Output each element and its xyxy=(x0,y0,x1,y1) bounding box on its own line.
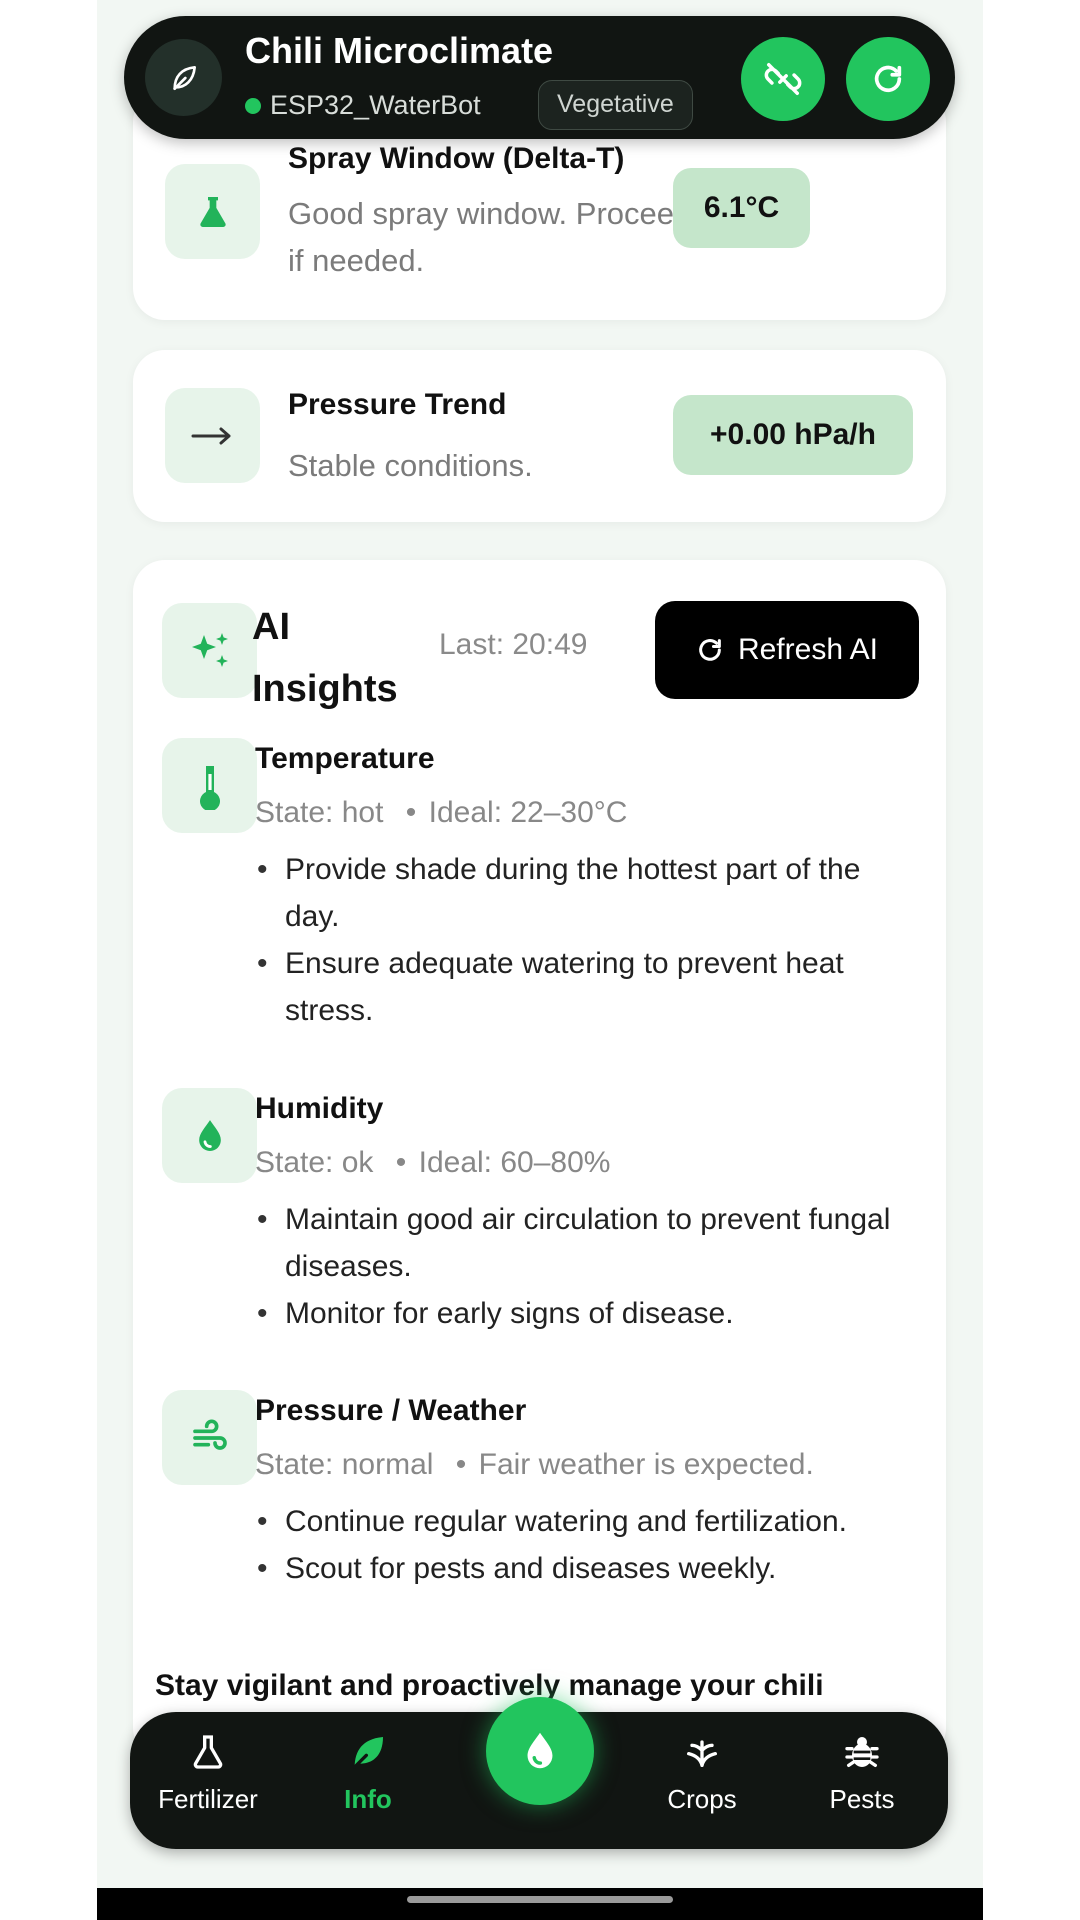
app-title: Chili Microclimate xyxy=(245,30,554,71)
nav-item-fertilizer[interactable]: Fertilizer xyxy=(133,1732,283,1815)
system-nav-bar xyxy=(97,1888,983,1920)
temperature-icon-tile xyxy=(162,738,257,833)
spray-window-value: 6.1°C xyxy=(673,168,810,248)
pressure-weather-tips: Continue regular watering and fertilizat… xyxy=(255,1498,905,1592)
pressure-trend-card: Pressure Trend Stable conditions. +0.00 … xyxy=(133,350,946,522)
nav-item-crops[interactable]: Crops xyxy=(627,1732,777,1815)
pressure-weather-forecast: Fair weather is expected. xyxy=(478,1448,814,1481)
refresh-ai-button[interactable]: Refresh AI xyxy=(655,601,919,699)
nav-item-info[interactable]: Info xyxy=(293,1732,443,1815)
water-now-button[interactable] xyxy=(486,1697,594,1805)
pressure-trend-message: Stable conditions. xyxy=(288,448,533,483)
pressure-weather-state-line: State: normal • Fair weather is expected… xyxy=(255,1448,814,1482)
spray-window-icon-tile xyxy=(165,164,260,259)
device-name: ESP32_WaterBot xyxy=(270,90,481,120)
ai-insights-card: AI Insights Last: 20:49 Refresh AI Tempe… xyxy=(133,560,946,1760)
temperature-ideal: Ideal: 22–30°C xyxy=(428,796,628,829)
list-item: Continue regular watering and fertilizat… xyxy=(255,1498,905,1545)
disconnect-button[interactable] xyxy=(741,37,825,121)
water-drop-icon xyxy=(198,1119,221,1151)
ai-insights-icon-tile xyxy=(162,603,257,698)
nav-label-crops: Crops xyxy=(667,1784,737,1814)
spray-window-message: Good spray window. Proceed if needed. xyxy=(288,196,692,278)
growth-stage-badge: Vegetative xyxy=(538,80,693,130)
refresh-icon xyxy=(699,639,721,661)
nav-item-pests[interactable]: Pests xyxy=(787,1732,937,1815)
nav-label-pests: Pests xyxy=(829,1784,895,1814)
separator-dot: • xyxy=(455,1448,467,1481)
flask-icon xyxy=(193,1735,223,1769)
water-drop-icon xyxy=(527,1732,553,1769)
link-off-icon xyxy=(764,63,802,95)
arrow-right-icon xyxy=(191,427,230,444)
list-item: Ensure adequate watering to prevent heat… xyxy=(255,940,905,1034)
separator-dot: • xyxy=(405,796,417,829)
thermometer-icon xyxy=(199,765,220,810)
pressure-trend-icon-tile xyxy=(165,388,260,483)
pressure-trend-title: Pressure Trend xyxy=(288,388,507,421)
ai-last-updated: Last: 20:49 xyxy=(439,628,588,661)
nav-label-info: Info xyxy=(344,1784,392,1814)
pressure-weather-title: Pressure / Weather xyxy=(255,1394,527,1427)
bottom-nav: Fertilizer Info Crops Pests xyxy=(130,1697,948,1849)
bug-icon xyxy=(845,1737,879,1767)
humidity-ideal: Ideal: 60–80% xyxy=(418,1146,611,1179)
pressure-weather-state: State: normal xyxy=(255,1448,434,1481)
humidity-state-line: State: ok • Ideal: 60–80% xyxy=(255,1146,610,1180)
wind-icon xyxy=(192,1419,227,1450)
sparkles-icon xyxy=(191,632,228,667)
list-item: Monitor for early signs of disease. xyxy=(255,1290,905,1337)
temperature-state-line: State: hot • Ideal: 22–30°C xyxy=(255,796,627,830)
pressure-trend-value: +0.00 hPa/h xyxy=(673,395,913,475)
ai-insights-title-text: AI Insights xyxy=(252,606,398,710)
ai-insights-title: AI Insights xyxy=(252,596,398,720)
humidity-title: Humidity xyxy=(255,1092,384,1125)
temperature-state: State: hot xyxy=(255,796,384,829)
list-item: Scout for pests and diseases weekly. xyxy=(255,1545,905,1592)
refresh-ai-label: Refresh AI xyxy=(737,633,879,666)
spray-window-title: Spray Window (Delta-T) xyxy=(288,142,625,175)
ai-closing-text: Stay vigilant and proactively manage you… xyxy=(155,1669,824,1702)
pressure-weather-icon-tile xyxy=(162,1390,257,1485)
list-item: Provide shade during the hottest part of… xyxy=(255,846,905,940)
home-indicator[interactable] xyxy=(407,1896,673,1903)
humidity-tips: Maintain good air circulation to prevent… xyxy=(255,1196,905,1337)
humidity-state: State: ok xyxy=(255,1146,374,1179)
leaf-icon xyxy=(172,65,196,90)
app-logo xyxy=(145,39,222,116)
left-margin xyxy=(0,0,97,1920)
temperature-tips: Provide shade during the hottest part of… xyxy=(255,846,905,1034)
app-header: Chili Microclimate ESP32_WaterBot Vegeta… xyxy=(124,16,955,139)
humidity-icon-tile xyxy=(162,1088,257,1183)
leaf-icon xyxy=(353,1737,383,1769)
refresh-icon xyxy=(874,65,902,92)
flask-icon xyxy=(199,196,226,227)
app-screen: Spray Window (Delta-T) Good spray window… xyxy=(97,0,983,1920)
refresh-button[interactable] xyxy=(846,37,930,121)
nav-label-fertilizer: Fertilizer xyxy=(158,1784,258,1814)
list-item: Maintain good air circulation to prevent… xyxy=(255,1196,905,1290)
right-margin xyxy=(983,0,1080,1920)
sprout-icon xyxy=(687,1740,717,1767)
connection-status-dot xyxy=(245,98,261,114)
temperature-title: Temperature xyxy=(255,742,435,775)
separator-dot: • xyxy=(395,1146,407,1179)
